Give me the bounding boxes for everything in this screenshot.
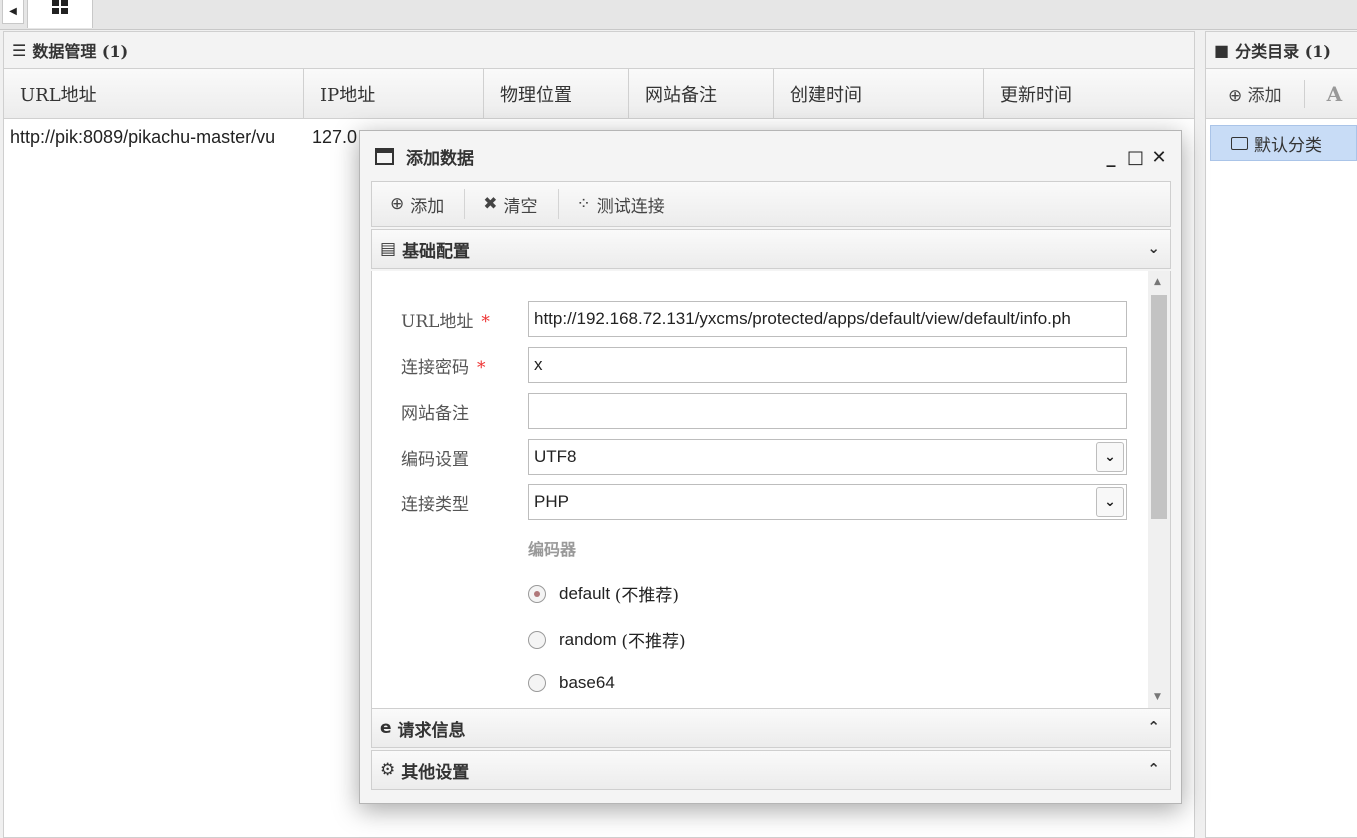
test-connection-button[interactable]: ⁘ 测试连接 [559, 189, 685, 219]
basic-config-form: URL地址 * http://192.168.72.131/yxcms/prote… [371, 271, 1171, 708]
column-updated[interactable]: 更新时间 [984, 69, 1194, 118]
radio-selected[interactable] [528, 584, 546, 603]
column-location[interactable]: 物理位置 [484, 69, 629, 118]
clear-button-label: 清空 [503, 196, 538, 217]
plus-circle-icon: ⊕ [390, 194, 405, 214]
column-created[interactable]: 创建时间 [774, 69, 984, 118]
url-label: URL地址 * [401, 307, 490, 332]
add-button[interactable]: ⊕ 添加 [372, 189, 464, 219]
encoding-value: UTF8 [534, 447, 577, 466]
window-icon [375, 147, 394, 165]
category-toolbar: ⊕ 添加 A [1206, 69, 1357, 119]
scroll-up-icon[interactable]: ▲ [1154, 277, 1161, 287]
chevron-up-icon: ⌃ [1147, 760, 1160, 778]
list-icon: ☰ [12, 40, 27, 60]
radio-unselected[interactable] [528, 674, 546, 692]
url-input[interactable]: http://192.168.72.131/yxcms/protected/ap… [528, 301, 1127, 337]
window-controls: _ □ ✕ [1103, 147, 1167, 168]
times-icon: ✖ [483, 194, 498, 214]
encoder-name: base64 [559, 673, 615, 692]
column-url[interactable]: URL地址 [4, 69, 304, 118]
chevron-down-icon: ⌄ [1096, 442, 1124, 472]
rename-font-icon[interactable]: A [1327, 82, 1343, 106]
password-label: 连接密码 * [401, 353, 486, 378]
encoder-name: default [559, 583, 611, 603]
section-request-header[interactable]: e 请求信息 ⌃ [371, 708, 1171, 748]
type-select[interactable]: PHP ⌄ [528, 484, 1127, 520]
required-mark: * [477, 358, 486, 378]
dialog-titlebar[interactable]: 添加数据 [360, 131, 1181, 181]
data-panel-header: ☰ 数据管理 (1) [4, 32, 1194, 69]
section-basic-title: 基础配置 [402, 241, 471, 262]
tab-strip: ◀ [0, 0, 1357, 30]
radio-unselected[interactable] [528, 630, 546, 649]
category-panel-header: ■ 分类目录 (1) [1206, 32, 1357, 69]
column-note[interactable]: 网站备注 [629, 69, 774, 118]
gears-icon: ⚙ [380, 760, 396, 780]
toolbar-divider [1303, 79, 1305, 108]
scrollbar-thumb[interactable] [1151, 295, 1167, 519]
add-button-label: 添加 [410, 196, 445, 217]
row-ip: 127.0 [312, 126, 358, 147]
encoder-option-default[interactable]: default (不推荐) [528, 581, 679, 606]
add-data-dialog: 添加数据 _ □ ✕ ⊕ 添加 ✖ 清空 ⁘ 测试连接 ▤ 基础配置 ⌄ URL… [359, 130, 1182, 804]
note-input[interactable] [528, 393, 1127, 429]
folder-outline-icon [1231, 136, 1248, 150]
note-label: 网站备注 [401, 404, 469, 424]
encoding-select[interactable]: UTF8 ⌄ [528, 439, 1127, 475]
folder-icon: ■ [1214, 40, 1230, 60]
column-ip[interactable]: IP地址 [304, 69, 484, 118]
category-item-label: 默认分类 [1254, 135, 1322, 156]
encoder-title: 编码器 [528, 540, 577, 559]
password-label-text: 连接密码 [401, 358, 469, 378]
section-basic-header[interactable]: ▤ 基础配置 ⌄ [371, 229, 1171, 269]
spinner-icon: ⁘ [576, 194, 591, 214]
document-icon: ▤ [380, 239, 397, 259]
chevron-down-icon: ⌄ [1147, 239, 1160, 257]
section-request-title: 请求信息 [397, 720, 466, 741]
close-icon[interactable]: ✕ [1151, 147, 1167, 168]
grid-icon [52, 0, 68, 14]
encoder-name: random [559, 629, 617, 649]
chevron-up-icon: ⌃ [1147, 718, 1160, 736]
required-mark: * [481, 312, 490, 332]
section-other-title: 其他设置 [401, 762, 470, 783]
type-label: 连接类型 [401, 495, 469, 515]
category-add-label: 添加 [1247, 86, 1282, 106]
category-item-default[interactable]: 默认分类 [1210, 125, 1357, 161]
test-connection-label: 测试连接 [596, 196, 665, 217]
category-panel: ■ 分类目录 (1) ⊕ 添加 A 默认分类 [1205, 31, 1357, 838]
dialog-toolbar: ⊕ 添加 ✖ 清空 ⁘ 测试连接 [371, 181, 1171, 227]
form-scrollbar[interactable]: ▲ ▼ [1148, 271, 1170, 708]
dialog-title: 添加数据 [406, 148, 474, 169]
tab-home[interactable] [27, 0, 93, 28]
type-value: PHP [534, 492, 569, 511]
encoder-option-base64[interactable]: base64 [528, 673, 615, 693]
table-header: URL地址 IP地址 物理位置 网站备注 创建时间 更新时间 [4, 69, 1194, 119]
clear-button[interactable]: ✖ 清空 [465, 189, 557, 219]
maximize-icon[interactable]: □ [1127, 147, 1144, 168]
edge-icon: e [380, 718, 392, 738]
data-panel-title: 数据管理 (1) [32, 42, 129, 61]
encoder-note: (不推荐) [614, 586, 680, 606]
minimize-icon[interactable]: _ [1103, 147, 1119, 168]
plus-circle-icon: ⊕ [1228, 86, 1243, 106]
encoder-option-random[interactable]: random (不推荐) [528, 627, 686, 652]
chevron-down-icon: ⌄ [1096, 487, 1124, 517]
row-url: http://pik:8089/pikachu-master/vu [10, 126, 276, 147]
section-other-header[interactable]: ⚙ 其他设置 ⌃ [371, 750, 1171, 790]
encoder-note: (不推荐) [621, 632, 686, 652]
scroll-down-icon[interactable]: ▼ [1154, 692, 1161, 702]
category-add-button[interactable]: ⊕ 添加 [1228, 81, 1282, 106]
encoding-label: 编码设置 [401, 450, 469, 470]
category-panel-title: 分类目录 (1) [1235, 42, 1331, 61]
password-input[interactable]: x [528, 347, 1127, 383]
tab-scroll-left-icon[interactable]: ◀ [2, 0, 24, 24]
url-label-text: URL地址 [401, 312, 474, 332]
